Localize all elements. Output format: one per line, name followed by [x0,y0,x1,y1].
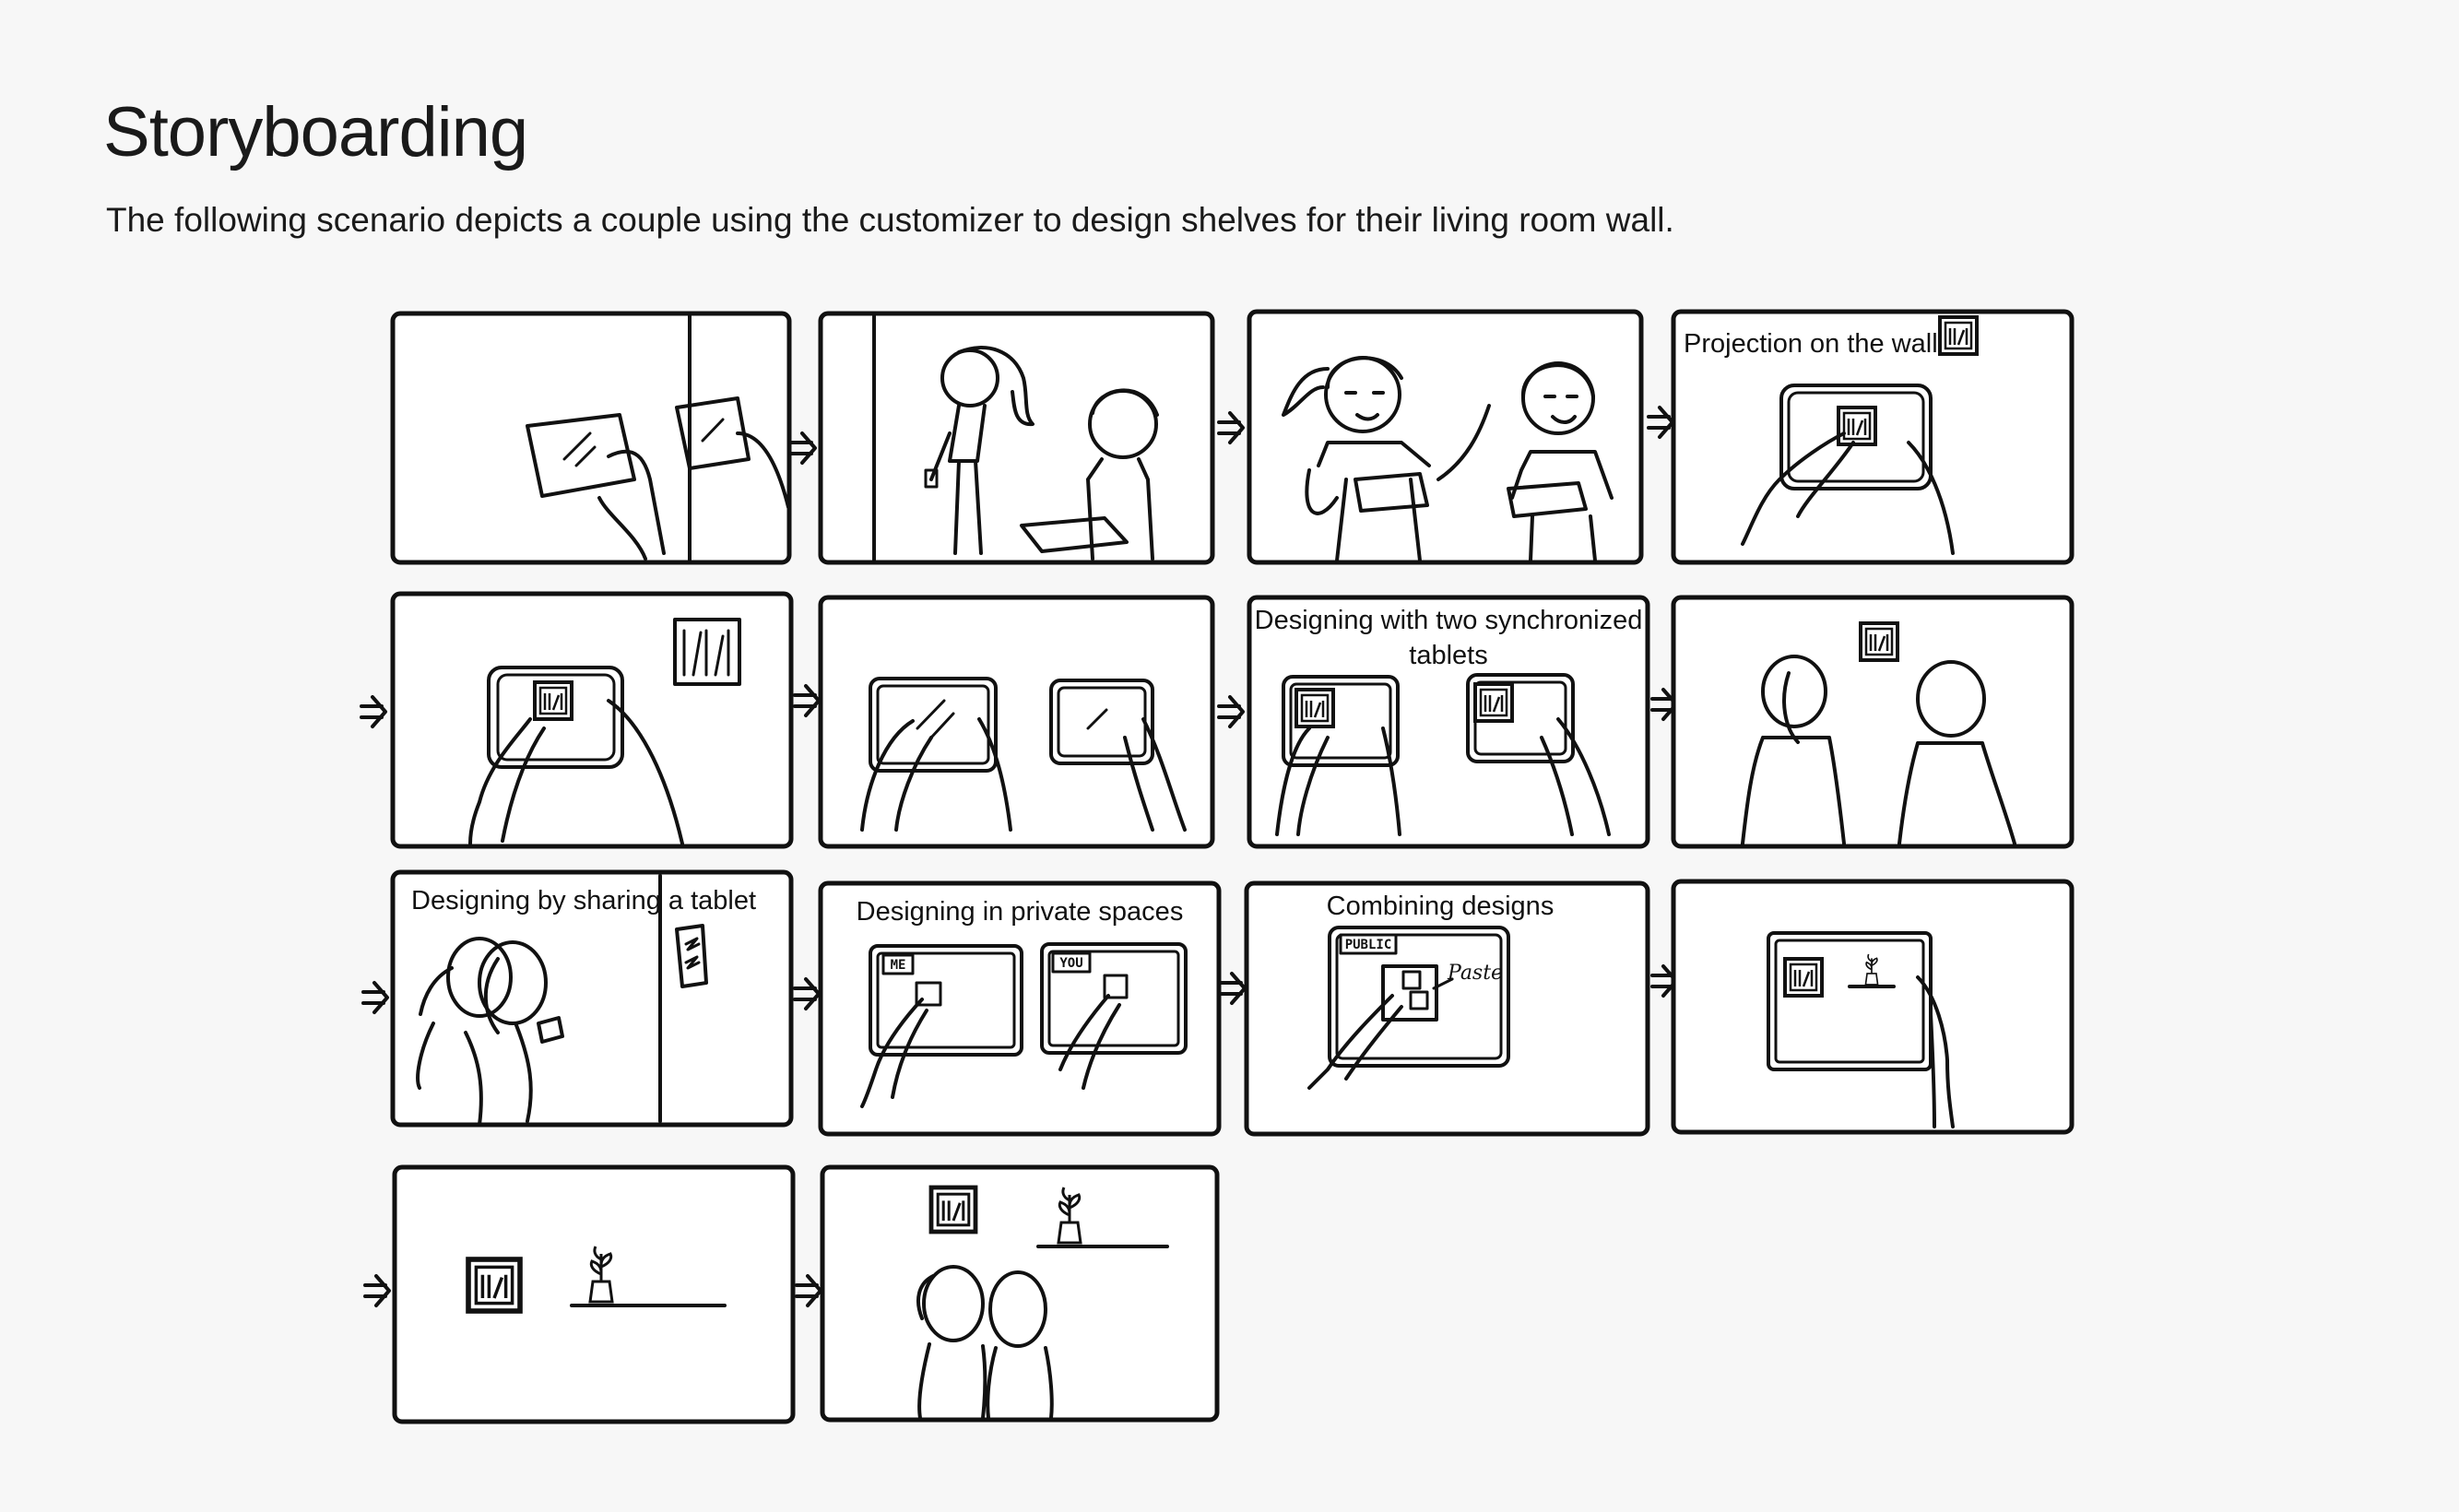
me-tag: ME [891,958,906,973]
panel-4-caption: Projection on the wall [1684,329,1938,359]
panel-9-caption: Designing by sharing a tablet [411,886,756,915]
shelf-unit-icon [1938,315,1979,356]
panel-6 [818,595,1245,849]
panel-2 [818,311,1245,565]
panel-5 [360,591,821,849]
panel-14 [820,1164,1220,1423]
panel-11: Combining designs PUBLIC Paste [1244,880,1678,1137]
panel-7: Designing with two synchronized tablets [1247,595,1678,849]
panel-10: Designing in private spaces ME YOU [818,880,1247,1137]
panel-9: Designing by sharing a tablet [361,869,821,1128]
panel-7-caption-line1: Designing with two synchronized [1255,606,1643,635]
panel-4: Projection on the wall [1671,309,2075,565]
panel-3 [1247,309,1674,565]
panel-10-caption: Designing in private spaces [857,897,1184,927]
public-tag: PUBLIC [1345,938,1392,952]
panel-7-caption-line2: tablets [1409,641,1487,670]
storyboard: Projection on the wall Designing with tw… [360,309,2075,1424]
panel-1 [390,311,817,565]
panel-13 [363,1164,822,1424]
you-tag: YOU [1059,956,1082,971]
panel-8 [1671,595,2075,849]
panel-11-caption: Combining designs [1327,892,1555,921]
paste-note: Paste [1447,962,1503,985]
panel-12 [1671,879,2075,1135]
